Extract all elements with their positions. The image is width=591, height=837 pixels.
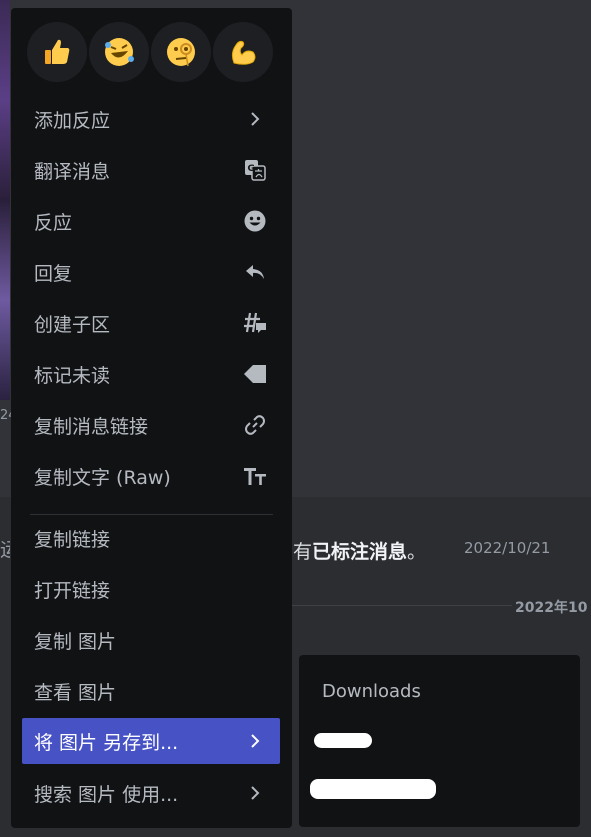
menu-item-add-reaction[interactable]: 添加反应: [22, 99, 280, 139]
menu-item-view-image[interactable]: 查看 图片: [22, 671, 280, 711]
monocle-face-icon: [167, 38, 195, 67]
menu-item-label: 复制 图片: [34, 630, 117, 653]
reaction-laughing-button[interactable]: [89, 22, 149, 82]
reaction-monocle-button[interactable]: [151, 22, 211, 82]
menu-item-label: 回复: [34, 262, 73, 285]
rofl-icon: [105, 38, 134, 66]
flexed-biceps-icon: [231, 40, 256, 65]
reply-arrow-icon: [242, 259, 268, 285]
menu-item-label: 复制消息链接: [34, 415, 149, 438]
submenu-item-redacted[interactable]: [310, 779, 436, 799]
pinned-message-suffix: 。: [407, 541, 427, 563]
menu-item-react[interactable]: 反应: [22, 201, 280, 241]
menu-item-copy-link[interactable]: 复制链接: [22, 518, 280, 558]
menu-item-label: 将 图片 另存到...: [34, 731, 179, 754]
menu-item-create-thread[interactable]: 创建子区: [22, 303, 280, 343]
menu-item-label: 翻译消息: [34, 160, 111, 183]
chevron-right-icon: [242, 106, 268, 132]
pinned-message-notice: 有已标注消息。: [293, 537, 426, 564]
date-divider-label: 2022年10: [515, 600, 588, 616]
menu-item-label: 添加反应: [34, 109, 111, 132]
menu-item-copy-message-link[interactable]: 复制消息链接: [22, 405, 280, 445]
menu-item-label: 搜索 图片 使用...: [34, 783, 179, 806]
attached-image-edge: [0, 0, 10, 400]
menu-item-label: 创建子区: [34, 313, 111, 336]
menu-item-save-image-to[interactable]: 将 图片 另存到...: [22, 718, 280, 764]
menu-item-search-image-with[interactable]: 搜索 图片 使用...: [22, 773, 280, 813]
link-icon: [242, 412, 268, 438]
menu-item-copy-image[interactable]: 复制 图片: [22, 620, 280, 660]
save-location-submenu: Downloads: [299, 655, 580, 827]
date-divider-line: [292, 605, 512, 606]
message-context-menu: 添加反应 翻译消息 G 反应 回复 创建子区 标记未读 复制消息链接 复制文字 …: [11, 8, 292, 828]
thread-hashtag-icon: [242, 310, 268, 336]
thumbs-up-icon: [45, 39, 70, 64]
menu-item-label: 打开链接: [34, 579, 111, 602]
text-format-icon: [242, 463, 268, 489]
quick-reactions-row: [27, 22, 273, 84]
reaction-thumbs-up-button[interactable]: [27, 22, 87, 82]
mark-unread-flag-icon: [242, 361, 268, 387]
menu-separator: [30, 514, 273, 515]
menu-item-label: 查看 图片: [34, 681, 117, 704]
chevron-right-icon: [242, 728, 268, 754]
menu-item-label: 反应: [34, 211, 73, 234]
menu-item-translate[interactable]: 翻译消息 G: [22, 150, 280, 190]
message-left-fragment: 运: [0, 539, 10, 561]
chevron-right-icon: [242, 780, 268, 806]
submenu-item-redacted[interactable]: [314, 733, 372, 748]
pinned-messages-link[interactable]: 已标注消息: [312, 541, 407, 563]
menu-item-label: 标记未读: [34, 364, 111, 387]
menu-item-label: 复制文字 (Raw): [34, 466, 171, 489]
menu-item-copy-text[interactable]: 复制文字 (Raw): [22, 456, 280, 496]
svg-text:G: G: [248, 164, 255, 174]
pinned-message-prefix: 有: [293, 541, 313, 563]
menu-item-label: 复制链接: [34, 528, 111, 551]
menu-item-open-link[interactable]: 打开链接: [22, 569, 280, 609]
menu-item-mark-unread[interactable]: 标记未读: [22, 354, 280, 394]
translate-icon: G: [242, 157, 268, 183]
message-date: 2022/10/21: [464, 539, 551, 557]
submenu-item-downloads[interactable]: Downloads: [322, 681, 421, 702]
reaction-biceps-button[interactable]: [213, 22, 273, 82]
menu-item-reply[interactable]: 回复: [22, 252, 280, 292]
smiley-icon: [242, 208, 268, 234]
